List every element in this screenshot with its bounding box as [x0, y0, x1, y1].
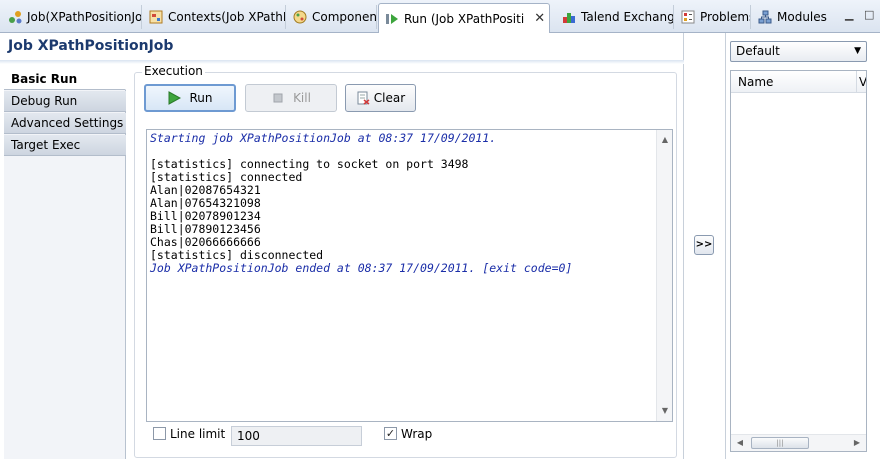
run-sidenav: Basic Run Debug Run Advanced Settings Ta…: [4, 69, 126, 459]
tab-label: Job(XPathPositionJo: [27, 10, 142, 24]
tab-label: Problems: [700, 10, 751, 24]
run-icon: [385, 12, 399, 26]
context-horizontal-scrollbar[interactable]: ◀ ||| ▶: [731, 434, 866, 451]
console-output[interactable]: Starting job XPathPositionJob at 08:37 1…: [146, 129, 673, 422]
kill-button[interactable]: Kill: [245, 84, 337, 112]
page-title: Job XPathPositionJob: [8, 38, 174, 54]
context-select-value: Default: [736, 44, 780, 58]
console-output-line: Alan|07654321098: [150, 196, 261, 210]
execution-group-label: Execution: [142, 64, 205, 78]
column-header-value[interactable]: V: [857, 71, 866, 93]
tab-label: Run (Job XPathPositi: [404, 11, 525, 26]
tab-contexts[interactable]: Contexts(Job XPathPo: [143, 5, 286, 29]
contexts-icon: [149, 10, 163, 24]
line-limit-checkbox[interactable]: [153, 427, 166, 440]
scroll-right-icon[interactable]: ▶: [849, 435, 865, 451]
title-divider: [0, 60, 684, 64]
toggle-context-button[interactable]: >>: [694, 235, 714, 255]
scroll-up-icon[interactable]: ▲: [657, 132, 672, 148]
tab-talend-exchange[interactable]: Talend Exchange: [556, 5, 674, 29]
run-button-label: Run: [189, 91, 213, 105]
kill-button-label: Kill: [293, 91, 311, 105]
stop-icon: [271, 91, 285, 105]
context-table[interactable]: Name V ◀ ||| ▶: [730, 70, 867, 452]
console-vertical-scrollbar[interactable]: ▲ ▼: [656, 130, 672, 421]
line-limit-label: Line limit: [170, 427, 226, 441]
context-table-header: Name V: [731, 71, 866, 93]
tab-run[interactable]: Run (Job XPathPositi ✕: [378, 3, 550, 33]
tab-label: Talend Exchange: [581, 10, 674, 24]
scroll-thumb[interactable]: |||: [751, 437, 809, 449]
close-icon[interactable]: ✕: [534, 11, 545, 26]
context-select[interactable]: Default ▼: [730, 41, 867, 62]
console-output-line: [statistics] connected: [150, 170, 303, 184]
run-button[interactable]: Run: [144, 84, 236, 112]
play-icon: [167, 91, 182, 105]
tab-label: Component: [312, 10, 377, 24]
console-text: Starting job XPathPositionJob at 08:37 1…: [150, 132, 572, 275]
line-limit-input[interactable]: 100: [231, 426, 362, 446]
console-output-line: [statistics] disconnected: [150, 248, 324, 262]
chevron-down-icon: ▼: [854, 46, 861, 56]
tab-label: Contexts(Job XPathPo: [168, 10, 286, 24]
wrap-checkbox[interactable]: ✓: [384, 427, 397, 440]
exchange-icon: [562, 10, 576, 24]
sidenav-item-advanced-settings[interactable]: Advanced Settings: [4, 113, 126, 134]
tab-component[interactable]: Component: [287, 5, 377, 29]
console-output-line: Bill|07890123456: [150, 222, 261, 236]
wrap-label: Wrap: [401, 427, 433, 441]
console-output-line: Chas|02066666666: [150, 235, 261, 249]
editor-tab-bar: Job(XPathPositionJo Contexts(Job XPathPo…: [0, 0, 880, 33]
sidenav-item-basic-run[interactable]: Basic Run: [4, 69, 126, 90]
job-icon: [8, 10, 22, 24]
clear-button[interactable]: Clear: [345, 84, 416, 112]
maximize-icon[interactable]: □: [864, 8, 874, 21]
tab-job[interactable]: Job(XPathPositionJo: [2, 5, 142, 29]
console-info-line: Starting job XPathPositionJob at 08:37 1…: [150, 131, 497, 145]
console-output-line: Alan|02087654321: [150, 183, 261, 197]
scroll-left-icon[interactable]: ◀: [732, 435, 748, 451]
scroll-down-icon[interactable]: ▼: [657, 403, 672, 419]
sidenav-item-target-exec[interactable]: Target Exec: [4, 135, 126, 156]
console-output-line: [statistics] connecting to socket on por…: [150, 157, 469, 171]
console-output-line: Bill|02078901234: [150, 209, 261, 223]
tab-problems[interactable]: Problems: [675, 5, 751, 29]
console-info-line: Job XPathPositionJob ended at 08:37 17/0…: [150, 261, 573, 275]
tab-label: Modules: [777, 10, 827, 24]
component-icon: [293, 10, 307, 24]
clear-button-label: Clear: [373, 91, 406, 105]
column-header-name[interactable]: Name: [731, 71, 857, 93]
minimize-icon[interactable]: ▁: [845, 8, 853, 21]
clear-console-icon: [356, 91, 370, 105]
problems-icon: [681, 10, 695, 24]
sidenav-item-debug-run[interactable]: Debug Run: [4, 91, 126, 112]
modules-icon: [758, 10, 772, 24]
tab-modules[interactable]: Modules: [752, 5, 828, 29]
